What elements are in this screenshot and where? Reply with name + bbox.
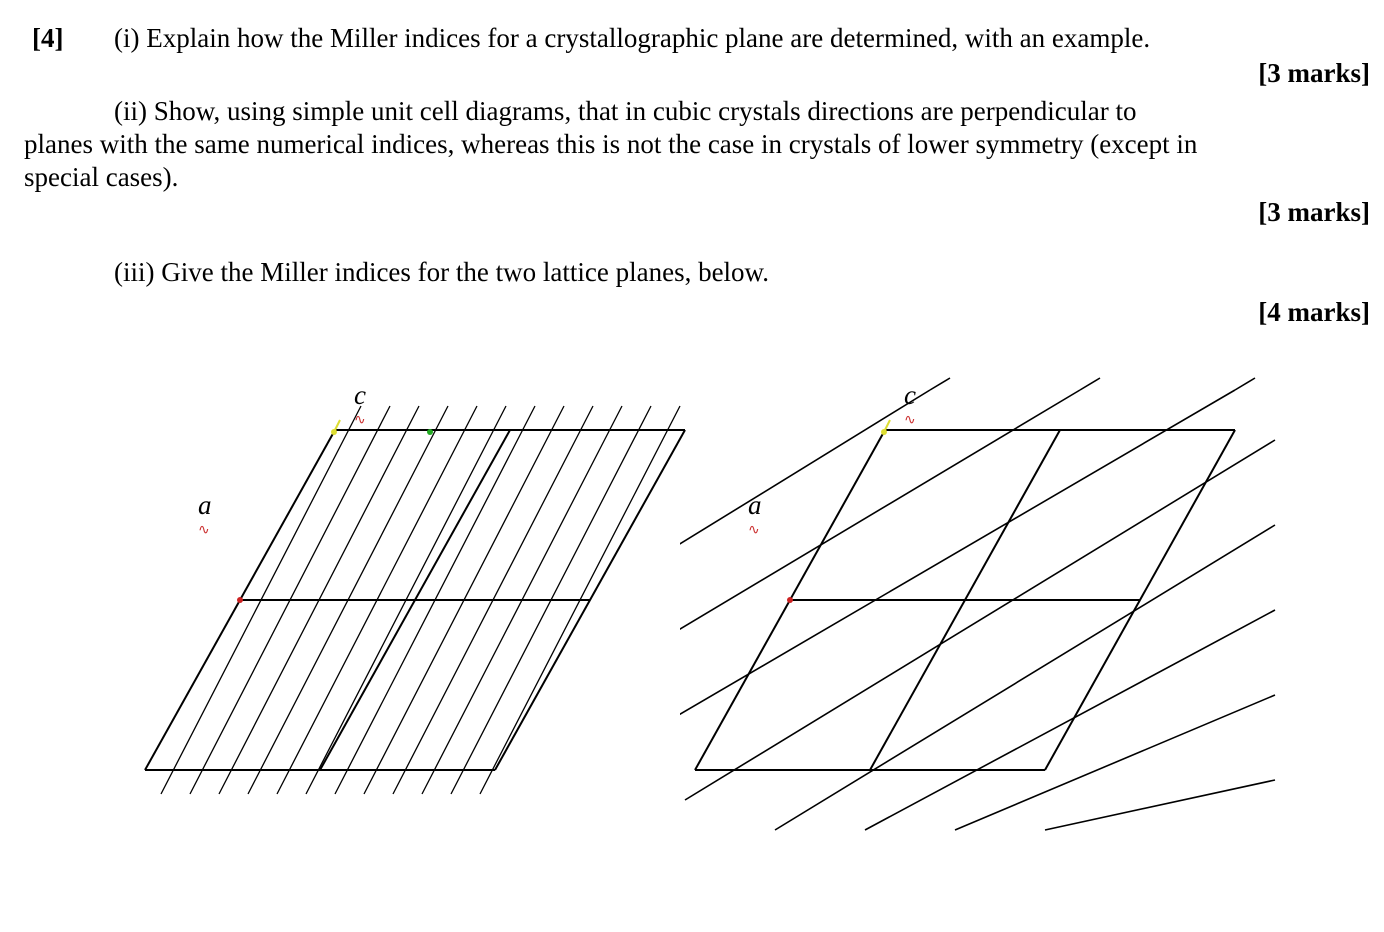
- lattice-svg-right: [680, 370, 1280, 860]
- lattice-point-red-icon: [787, 597, 793, 603]
- lattice-plane-hatch-right: [680, 390, 1275, 830]
- diagram-container: c ∿ a ∿: [90, 370, 1290, 890]
- marks-part-iii: [4 marks]: [1258, 296, 1370, 330]
- question-number: [4]: [32, 22, 63, 56]
- lattice-diagram-right: c ∿ a ∿: [680, 370, 1280, 865]
- lattice-point-green-icon: [427, 429, 433, 435]
- lattice-diagram-left: c ∿ a ∿: [130, 370, 690, 845]
- hatch-ticks-icon: [930, 378, 1255, 390]
- lattice-svg-left: [130, 370, 690, 840]
- question-part-ii-line2: planes with the same numerical indices, …: [24, 128, 1374, 162]
- squiggle-icon: ∿: [198, 522, 209, 539]
- squiggle-icon: ∿: [904, 412, 915, 429]
- axis-label-a-left: a: [198, 490, 212, 521]
- page-root: [4] (i) Explain how the Miller indices f…: [0, 0, 1384, 932]
- question-part-ii-line3: special cases).: [24, 161, 1374, 195]
- squiggle-icon: ∿: [354, 412, 365, 429]
- lattice-point-red-icon: [237, 597, 243, 603]
- axis-label-c-right: c: [904, 380, 916, 411]
- marks-part-ii: [3 marks]: [1258, 196, 1370, 230]
- question-part-i: (i) Explain how the Miller indices for a…: [114, 22, 1354, 56]
- axis-label-c-left: c: [354, 380, 366, 411]
- question-part-ii-line1: (ii) Show, using simple unit cell diagra…: [114, 95, 1374, 129]
- squiggle-icon: ∿: [748, 522, 759, 539]
- axis-label-a-right: a: [748, 490, 762, 521]
- marks-part-i: [3 marks]: [1258, 57, 1370, 91]
- question-part-iii: (iii) Give the Miller indices for the tw…: [114, 256, 1354, 290]
